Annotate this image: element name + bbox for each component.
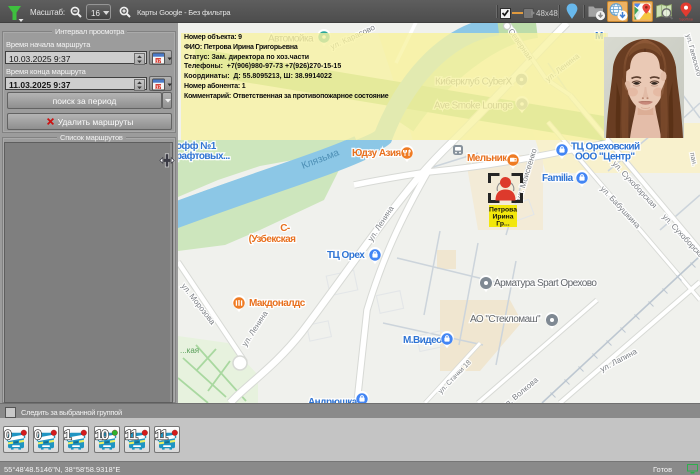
svg-text:11: 11 <box>125 427 138 443</box>
svg-text:Ирина: Ирина <box>492 214 513 221</box>
svg-text:1: 1 <box>64 427 72 443</box>
svg-text:АО "Стекломаш": АО "Стекломаш" <box>470 314 541 325</box>
svg-text:10: 10 <box>95 427 109 443</box>
svg-text:11: 11 <box>155 427 168 443</box>
svg-text:Юдзу Азия: Юдзу Азия <box>352 148 402 159</box>
svg-text:17: 17 <box>156 84 162 89</box>
svg-text:Макдоналдс: Макдоналдс <box>249 298 306 309</box>
svg-text:ТЦ Орех: ТЦ Орех <box>327 250 365 261</box>
svg-text:ТороПлан: ТороПлан <box>679 18 693 22</box>
svg-text:17: 17 <box>156 58 162 63</box>
svg-text:Петрова: Петрова <box>489 207 517 214</box>
svg-text:С-: С- <box>280 223 290 234</box>
svg-text:0: 0 <box>34 427 42 443</box>
svg-text:(Узбекская: (Узбекская <box>249 233 297 245</box>
svg-text:М.Видео: М.Видео <box>403 335 442 346</box>
svg-text:Гр...: Гр... <box>496 221 510 228</box>
svg-text:0: 0 <box>4 427 12 443</box>
svg-text:Арматура Spart Орехово: Арматура Spart Орехово <box>494 278 597 289</box>
svg-text:...кая: ...кая <box>180 346 199 355</box>
svg-text:Familia: Familia <box>542 173 574 184</box>
svg-text:рафтовых...: рафтовых... <box>178 150 230 162</box>
svg-text:ООО "Центр": ООО "Центр" <box>575 152 635 163</box>
svg-text:Мельник: Мельник <box>467 153 508 164</box>
